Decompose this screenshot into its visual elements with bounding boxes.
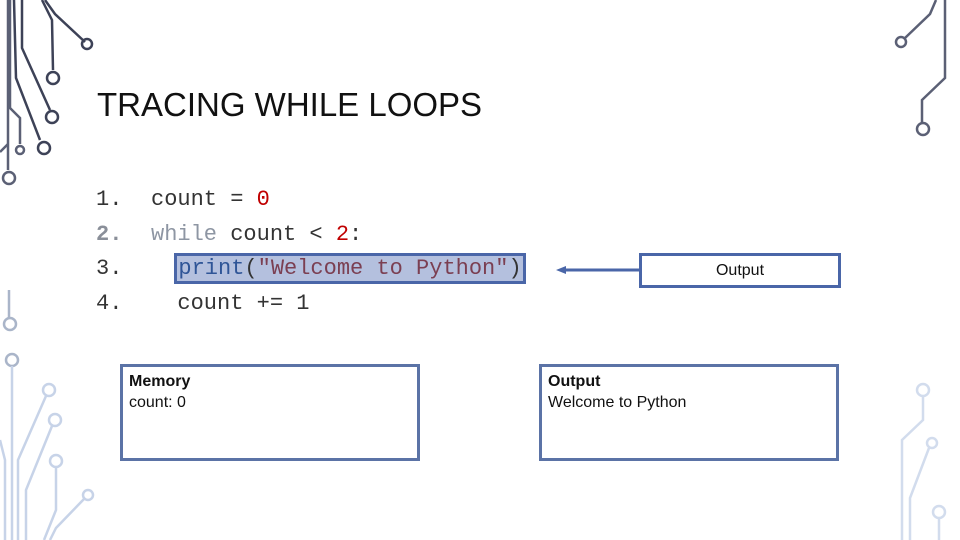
line-number: 4. [96, 290, 123, 316]
code-listing: 1. count = 0 2. while count < 2: 3. print(… [96, 183, 526, 322]
circuit-left-middle [2, 290, 20, 368]
code-line-1: 1. count = 0 [96, 183, 523, 218]
code-token: ) [508, 256, 522, 281]
highlighted-statement[interactable]: print("Welcome to Python") [174, 253, 526, 284]
code-token: : [349, 221, 363, 247]
output-entry: Welcome to Python [548, 394, 687, 411]
output-panel: Output Welcome to Python [539, 364, 839, 461]
output-callout-label: Output [715, 261, 765, 279]
arrow-left-icon [556, 266, 640, 274]
memory-panel-heading: Memory [129, 373, 191, 390]
output-panel-heading: Output [548, 373, 601, 390]
code-number-literal: 0 [256, 187, 270, 212]
code-line-2: 2. while count < 2: [96, 218, 523, 253]
circuit-bottom-left [0, 366, 95, 540]
code-token: count += 1 [177, 290, 310, 316]
code-token: ( [244, 256, 258, 281]
code-token: count < [217, 221, 336, 247]
code-token: = [217, 187, 257, 212]
memory-panel: Memory count: 0 [120, 364, 420, 461]
line-number: 1. [96, 187, 123, 212]
slide-title: TRACING WHILE LOOPS [97, 86, 483, 123]
code-string-literal: "Welcome to Python" [257, 256, 509, 281]
code-number-literal: 2 [335, 221, 350, 247]
code-line-3: 3. print("Welcome to Python") [96, 252, 526, 287]
code-line-4: 4. count += 1 [96, 287, 523, 322]
circuit-bottom-right [900, 382, 947, 540]
line-number: 2. [96, 221, 123, 247]
line-number: 3. [96, 256, 123, 281]
memory-entry: count: 0 [129, 394, 186, 411]
code-builtin: print [178, 256, 245, 281]
code-keyword: while [151, 221, 218, 247]
circuit-top-left [0, 0, 94, 186]
output-callout-button[interactable]: Output [639, 253, 841, 288]
circuit-top-right [894, 0, 947, 137]
code-token: count [151, 187, 218, 212]
